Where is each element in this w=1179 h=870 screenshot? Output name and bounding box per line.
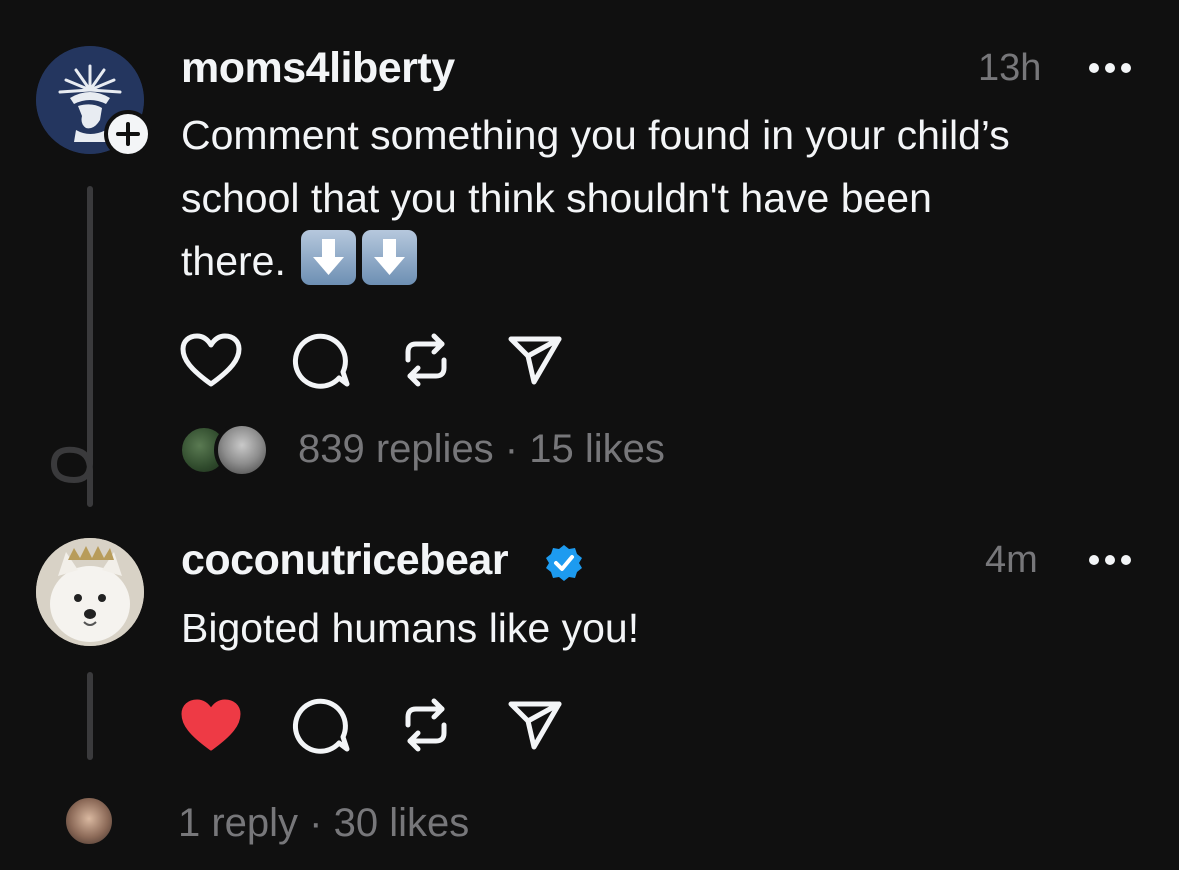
reply-bubble-icon[interactable] xyxy=(289,332,351,390)
thread-connector xyxy=(87,186,93,436)
avatar[interactable] xyxy=(36,538,144,646)
replier-avatar xyxy=(62,794,116,848)
post-stats[interactable]: 839 replies · 15 likes xyxy=(298,427,665,472)
plus-icon xyxy=(116,122,140,146)
reply-bubble-icon[interactable] xyxy=(289,697,351,755)
down-arrow-emoji xyxy=(362,230,418,285)
post-timestamp: 13h xyxy=(978,47,1042,89)
post-text-line: school that you think shouldn't have bee… xyxy=(181,175,932,221)
liked-heart-icon[interactable] xyxy=(180,698,242,754)
post-text-end: there. xyxy=(181,238,286,284)
follow-button[interactable] xyxy=(104,110,152,158)
post-text-line: Comment something you found in your chil… xyxy=(181,112,1010,158)
samoyed-dog-avatar xyxy=(36,538,144,646)
down-arrow-emoji xyxy=(301,230,357,285)
post-timestamp: 4m xyxy=(985,539,1038,581)
post-stats[interactable]: 1 reply · 30 likes xyxy=(178,801,469,846)
verified-badge-icon xyxy=(546,545,582,581)
post-text: Bigoted humans like you! xyxy=(181,605,640,651)
more-options-icon[interactable] xyxy=(1088,58,1132,78)
post-text-line: there. xyxy=(181,230,1141,293)
repost-icon[interactable] xyxy=(398,332,454,388)
thread-loop-connector xyxy=(50,425,93,507)
share-send-icon[interactable] xyxy=(508,699,562,751)
share-send-icon[interactable] xyxy=(508,334,562,386)
more-options-icon[interactable] xyxy=(1088,550,1132,570)
replier-avatar xyxy=(214,422,270,478)
thread-connector xyxy=(87,672,93,760)
like-heart-icon[interactable] xyxy=(180,333,242,389)
post-username[interactable]: coconutricebear xyxy=(181,536,509,585)
post-username[interactable]: moms4liberty xyxy=(181,44,455,93)
repost-icon[interactable] xyxy=(398,697,454,753)
thread-view: moms4liberty 13h Comment something you f… xyxy=(0,0,1179,870)
post-text: Comment something you found in your chil… xyxy=(181,104,1141,293)
